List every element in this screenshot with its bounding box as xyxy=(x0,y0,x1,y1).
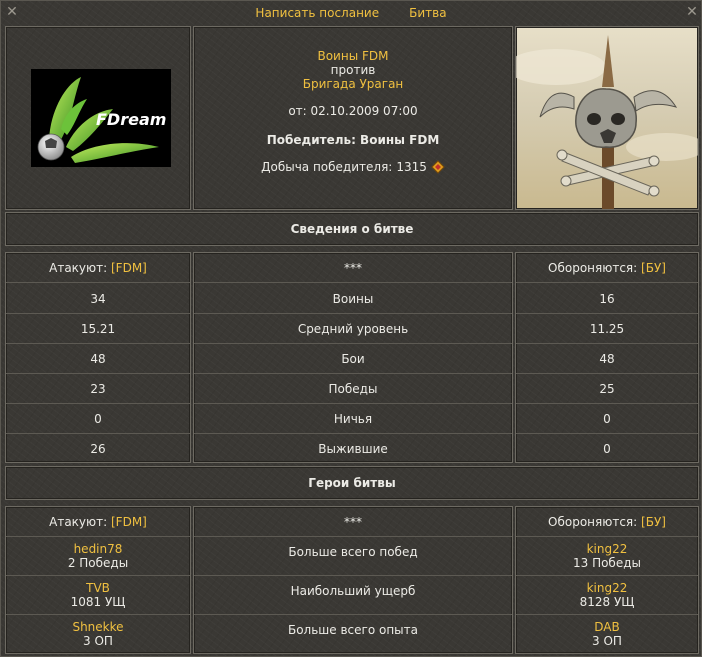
labels-header: *** xyxy=(344,261,362,275)
attacker-logo-panel: FDream xyxy=(5,26,191,210)
close-icon[interactable]: ✕ xyxy=(685,5,699,19)
gold-coin-icon xyxy=(431,159,445,174)
loot-value: 1315 xyxy=(396,159,427,174)
label-most-wins: Больше всего побед xyxy=(288,545,418,559)
label-wins: Победы xyxy=(328,381,378,396)
hero-stat: 3 ОП xyxy=(83,634,113,648)
label-survivors: Выжившие xyxy=(318,441,388,456)
hero-stat: 8128 УЩ xyxy=(579,595,635,609)
attackers-warriors: 34 xyxy=(90,291,106,306)
battle-link[interactable]: Битва xyxy=(409,6,446,20)
defenders-survivors: 0 xyxy=(603,441,611,456)
loot-label: Добыча победителя: xyxy=(261,159,393,174)
top-nav: Написать послание Битва xyxy=(1,1,701,25)
defenders-draws: 0 xyxy=(603,411,611,426)
write-message-link[interactable]: Написать послание xyxy=(255,6,379,20)
attackers-survivors: 26 xyxy=(90,441,106,456)
defenders-tag-link[interactable]: [БУ] xyxy=(641,261,666,275)
defenders-wins: 25 xyxy=(599,381,615,396)
hero-most-wins-attacker: hedin78 2 Победы xyxy=(6,537,190,575)
hero-name-link[interactable]: DAB xyxy=(594,620,619,634)
defenders-label: Обороняются: xyxy=(548,261,638,275)
defenders-header: Обороняются: [БУ] xyxy=(516,253,698,283)
label-most-exp: Больше всего опыта xyxy=(287,623,418,637)
heroes-attackers-column: Атакуют: [FDM] hedin78 2 Победы TVB 1081… xyxy=(5,506,191,654)
loot-line: Добыча победителя: 1315 xyxy=(261,160,445,174)
logo-text: FDream xyxy=(96,110,167,129)
heroes-attackers-label: Атакуют: xyxy=(49,515,108,529)
defenders-fights: 48 xyxy=(599,351,615,366)
hero-name-link[interactable]: Shnekke xyxy=(72,620,123,634)
defenders-warriors: 16 xyxy=(599,291,615,306)
heroes-attackers-header: Атакуют: [FDM] xyxy=(6,507,190,537)
hero-stat: 2 Победы xyxy=(67,556,129,570)
attackers-label: Атакуют: xyxy=(49,261,108,275)
label-fights: Бои xyxy=(341,351,365,366)
heroes-labels-header: *** xyxy=(344,515,362,529)
battle-info-defenders-column: Обороняются: [БУ] 16 11.25 48 25 0 0 xyxy=(515,252,699,463)
heroes-defenders-tag-link[interactable]: [БУ] xyxy=(641,515,666,529)
label-draws: Ничья xyxy=(333,411,373,426)
hero-name-link[interactable]: king22 xyxy=(587,581,628,595)
hero-stat: 1081 УЩ xyxy=(70,595,126,609)
hero-most-exp-attacker: Shnekke 3 ОП xyxy=(6,615,190,653)
heroes-title: Герои битвы xyxy=(5,466,699,500)
attackers-wins: 23 xyxy=(90,381,106,396)
attackers-avg-level: 15.21 xyxy=(80,321,116,336)
hero-name-link[interactable]: hedin78 xyxy=(74,542,123,556)
skull-totem-icon xyxy=(516,35,698,209)
battle-info-attackers-column: Атакуют: [FDM] 34 15.21 48 23 0 26 xyxy=(5,252,191,463)
clan-logo: FDream xyxy=(31,69,171,167)
label-avg-level: Средний уровень xyxy=(297,321,409,336)
hero-stat: 3 ОП xyxy=(592,634,622,648)
heroes-attackers-tag-link[interactable]: [FDM] xyxy=(111,515,147,529)
heroes-labels-column: *** Больше всего побед Наибольший ущерб … xyxy=(193,506,513,654)
attackers-tag-link[interactable]: [FDM] xyxy=(111,261,147,275)
attackers-fights: 48 xyxy=(90,351,106,366)
battle-info-labels-column: *** Воины Средний уровень Бои Победы Нич… xyxy=(193,252,513,463)
hero-stat: 13 Победы xyxy=(572,556,641,570)
defenders-avg-level: 11.25 xyxy=(589,321,625,336)
heroes-defenders-label: Обороняются: xyxy=(548,515,638,529)
heroes-defenders-column: Обороняются: [БУ] king22 13 Победы king2… xyxy=(515,506,699,654)
label-most-damage: Наибольший ущерб xyxy=(290,584,416,598)
attackers-draws: 0 xyxy=(94,411,102,426)
label-warriors: Воины xyxy=(332,291,374,306)
hero-most-damage-defender: king22 8128 УЩ xyxy=(516,576,698,614)
versus-label: против xyxy=(330,62,376,77)
winner-label: Победитель: Воины FDM xyxy=(266,132,440,147)
attacker-clan-link[interactable]: Воины FDM xyxy=(317,49,388,63)
battle-summary-panel: Воины FDM против Бригада Ураган от: 02.1… xyxy=(193,26,513,210)
hero-most-wins-defender: king22 13 Победы xyxy=(516,537,698,575)
heroes-defenders-header: Обороняются: [БУ] xyxy=(516,507,698,537)
hero-most-exp-defender: DAB 3 ОП xyxy=(516,615,698,653)
battle-date: от: 02.10.2009 07:00 xyxy=(288,103,418,118)
hero-name-link[interactable]: TVB xyxy=(86,581,110,595)
hero-most-damage-attacker: TVB 1081 УЩ xyxy=(6,576,190,614)
corner-ornament-icon: ✕ xyxy=(6,4,18,20)
attackers-header: Атакуют: [FDM] xyxy=(6,253,190,283)
defender-image-panel xyxy=(515,26,699,210)
hero-name-link[interactable]: king22 xyxy=(587,542,628,556)
defender-clan-link[interactable]: Бригада Ураган xyxy=(303,77,404,91)
battle-report-window: Написать послание Битва ✕ ✕ FDream Воины… xyxy=(0,0,702,657)
battle-info-title: Сведения о битве xyxy=(5,212,699,246)
